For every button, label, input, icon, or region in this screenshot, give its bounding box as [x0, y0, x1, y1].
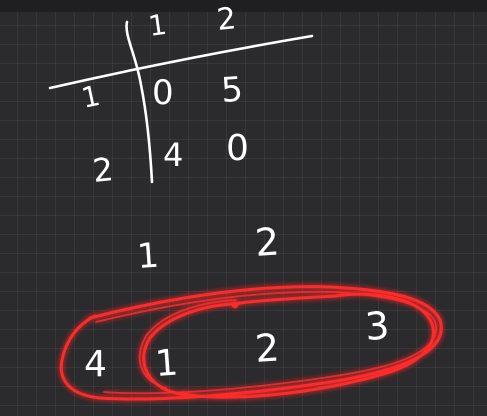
matrix-column-divider [125, 20, 154, 184]
matrix-row-header-1: 1 [79, 79, 103, 115]
sequence-value-2: 2 [254, 325, 281, 371]
matrix-cell-r2c2: 0 [226, 128, 249, 169]
matrix-row-header-2: 2 [91, 150, 115, 190]
matrix-col-header-2: 2 [215, 1, 238, 38]
matrix-table: 1 2 1 2 0 5 4 0 [48, 1, 314, 190]
highlight-loop-dot [231, 301, 239, 309]
sequence-labels: 1 2 [136, 219, 281, 277]
sequence-label-2: 2 [254, 219, 281, 265]
matrix-col-header-1: 1 [146, 8, 168, 43]
drawing-canvas: 1 2 1 2 0 5 4 0 1 2 4 1 2 3 [48, 1, 443, 401]
matrix-cell-r2c1: 4 [163, 136, 183, 174]
sequence-values: 4 1 2 3 [84, 303, 391, 385]
matrix-cell-r1c1: 0 [152, 73, 174, 113]
sequence-value-4: 4 [84, 344, 107, 385]
matrix-cell-r1c2: 5 [220, 70, 244, 111]
sequence-value-1: 1 [154, 342, 180, 384]
sequence-value-3: 3 [364, 303, 391, 349]
sequence-label-1: 1 [136, 236, 160, 277]
